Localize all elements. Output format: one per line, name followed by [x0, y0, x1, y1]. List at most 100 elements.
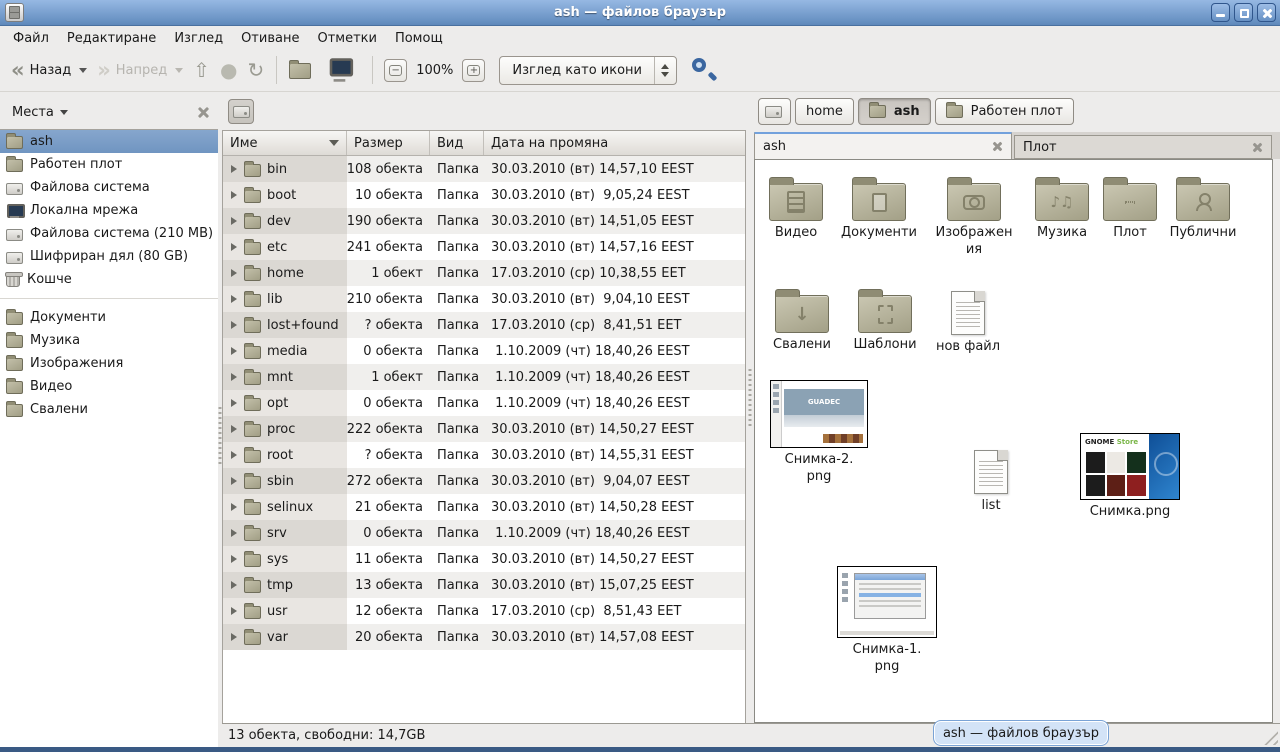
- tab-close-icon[interactable]: [992, 141, 1003, 152]
- breadcrumb-button-0[interactable]: [758, 98, 791, 125]
- expander-icon[interactable]: [231, 607, 237, 615]
- sidebar-item[interactable]: Работен плот: [0, 153, 218, 176]
- name-cell[interactable]: lib: [223, 286, 347, 312]
- forward-button[interactable]: » Напред: [92, 57, 188, 83]
- table-row[interactable]: selinux21 обектаПапка30.03.2010 (вт) 14,…: [223, 494, 745, 520]
- expander-icon[interactable]: [231, 399, 237, 407]
- file-item[interactable]: Свалени: [757, 287, 847, 353]
- expander-icon[interactable]: [231, 295, 237, 303]
- name-cell[interactable]: lost+found: [223, 312, 347, 338]
- column-header-date[interactable]: Дата на промяна: [484, 131, 745, 155]
- expander-icon[interactable]: [231, 217, 237, 225]
- name-cell[interactable]: mnt: [223, 364, 347, 390]
- expander-icon[interactable]: [231, 425, 237, 433]
- root-location-toggle-button[interactable]: [228, 99, 254, 124]
- table-row[interactable]: sbin272 обектаПапка30.03.2010 (вт) 9,04,…: [223, 468, 745, 494]
- table-row[interactable]: boot10 обектаПапка30.03.2010 (вт) 9,05,2…: [223, 182, 745, 208]
- file-item[interactable]: Изображен ия: [927, 175, 1021, 258]
- up-button[interactable]: ⇧: [188, 56, 215, 84]
- file-item[interactable]: нов файл: [925, 289, 1011, 355]
- name-cell[interactable]: srv: [223, 520, 347, 546]
- table-row[interactable]: etc241 обектаПапка30.03.2010 (вт) 14,57,…: [223, 234, 745, 260]
- search-button[interactable]: [689, 55, 719, 85]
- reload-button[interactable]: ↻: [242, 56, 269, 84]
- menu-item-4[interactable]: Отметки: [308, 29, 385, 48]
- expander-icon[interactable]: [231, 555, 237, 563]
- expander-icon[interactable]: [231, 581, 237, 589]
- sidebar-item[interactable]: Видео: [0, 375, 218, 398]
- places-select[interactable]: Места: [12, 105, 54, 120]
- taskbar-window-button[interactable]: ash — файлов браузър: [933, 720, 1109, 746]
- expander-icon[interactable]: [231, 529, 237, 537]
- table-row[interactable]: home1 обектПапка17.03.2010 (ср) 10,38,55…: [223, 260, 745, 286]
- file-item[interactable]: Публични: [1157, 175, 1249, 241]
- file-item[interactable]: Снимка-1. png: [837, 564, 937, 675]
- computer-button[interactable]: [323, 57, 365, 83]
- table-row[interactable]: mnt1 обектПапка 1.10.2009 (чт) 18,40,26 …: [223, 364, 745, 390]
- sidebar-item[interactable]: Файлова система (210 MB): [0, 222, 218, 245]
- table-row[interactable]: root? обектаПапка30.03.2010 (вт) 14,55,3…: [223, 442, 745, 468]
- home-button[interactable]: [284, 57, 323, 83]
- sidebar-item[interactable]: Документи: [0, 306, 218, 329]
- zoom-in-button[interactable]: +: [462, 59, 485, 82]
- sidebar-item[interactable]: Изображения: [0, 352, 218, 375]
- breadcrumb-button-2[interactable]: ash: [858, 98, 931, 125]
- expander-icon[interactable]: [231, 243, 237, 251]
- table-row[interactable]: sys11 обектаПапка30.03.2010 (вт) 14,50,2…: [223, 546, 745, 572]
- expander-icon[interactable]: [231, 269, 237, 277]
- column-header-type[interactable]: Вид: [430, 131, 484, 155]
- table-row[interactable]: tmp13 обектаПапка30.03.2010 (вт) 15,07,2…: [223, 572, 745, 598]
- name-cell[interactable]: usr: [223, 598, 347, 624]
- table-row[interactable]: opt0 обектаПапка 1.10.2009 (чт) 18,40,26…: [223, 390, 745, 416]
- table-row[interactable]: dev190 обектаПапка30.03.2010 (вт) 14,51,…: [223, 208, 745, 234]
- name-cell[interactable]: selinux: [223, 494, 347, 520]
- name-cell[interactable]: sbin: [223, 468, 347, 494]
- expander-icon[interactable]: [231, 373, 237, 381]
- pane-splitter[interactable]: [746, 129, 754, 723]
- name-cell[interactable]: bin: [223, 156, 347, 182]
- file-item[interactable]: Документи: [833, 175, 925, 241]
- file-item[interactable]: GUADECСнимка-2. png: [769, 378, 869, 485]
- tab-close-icon[interactable]: [1252, 142, 1263, 153]
- menu-item-1[interactable]: Редактиране: [58, 29, 165, 48]
- tab-Плот[interactable]: Плот: [1014, 135, 1272, 159]
- places-caret-icon[interactable]: [60, 110, 68, 115]
- sidebar-item[interactable]: Файлова система: [0, 176, 218, 199]
- expander-icon[interactable]: [231, 503, 237, 511]
- name-cell[interactable]: tmp: [223, 572, 347, 598]
- name-cell[interactable]: proc: [223, 416, 347, 442]
- file-item[interactable]: Видео: [754, 175, 841, 241]
- sidebar-item[interactable]: Локална мрежа: [0, 199, 218, 222]
- table-row[interactable]: lost+found? обектаПапка17.03.2010 (ср) 8…: [223, 312, 745, 338]
- table-row[interactable]: usr12 обектаПапка17.03.2010 (ср) 8,51,43…: [223, 598, 745, 624]
- close-button[interactable]: [1257, 3, 1276, 22]
- file-item[interactable]: Шаблони: [841, 287, 929, 353]
- name-cell[interactable]: root: [223, 442, 347, 468]
- file-item[interactable]: GNOME StoreСнимка.png: [1080, 431, 1180, 520]
- back-history-caret-icon[interactable]: [79, 68, 87, 73]
- name-cell[interactable]: var: [223, 624, 347, 650]
- file-item[interactable]: list: [948, 448, 1034, 514]
- minimize-button[interactable]: [1211, 3, 1230, 22]
- table-row[interactable]: lib210 обектаПапка30.03.2010 (вт) 9,04,1…: [223, 286, 745, 312]
- expander-icon[interactable]: [231, 451, 237, 459]
- sidebar-close-icon[interactable]: [197, 106, 210, 119]
- sidebar-item[interactable]: Свалени: [0, 398, 218, 421]
- tab-ash[interactable]: ash: [754, 132, 1012, 159]
- table-row[interactable]: bin108 обектаПапка30.03.2010 (вт) 14,57,…: [223, 156, 745, 182]
- expander-icon[interactable]: [231, 165, 237, 173]
- name-cell[interactable]: media: [223, 338, 347, 364]
- table-row[interactable]: proc222 обектаПапка30.03.2010 (вт) 14,50…: [223, 416, 745, 442]
- maximize-button[interactable]: [1234, 3, 1253, 22]
- menu-item-3[interactable]: Отиване: [232, 29, 308, 48]
- name-cell[interactable]: boot: [223, 182, 347, 208]
- table-row[interactable]: media0 обектаПапка 1.10.2009 (чт) 18,40,…: [223, 338, 745, 364]
- breadcrumb-button-1[interactable]: home: [795, 98, 854, 125]
- expander-icon[interactable]: [231, 347, 237, 355]
- expander-icon[interactable]: [231, 321, 237, 329]
- expander-icon[interactable]: [231, 477, 237, 485]
- view-mode-select[interactable]: Изглед като икони: [499, 56, 677, 85]
- sidebar-item[interactable]: Музика: [0, 329, 218, 352]
- expander-icon[interactable]: [231, 633, 237, 641]
- menu-item-5[interactable]: Помощ: [386, 29, 452, 48]
